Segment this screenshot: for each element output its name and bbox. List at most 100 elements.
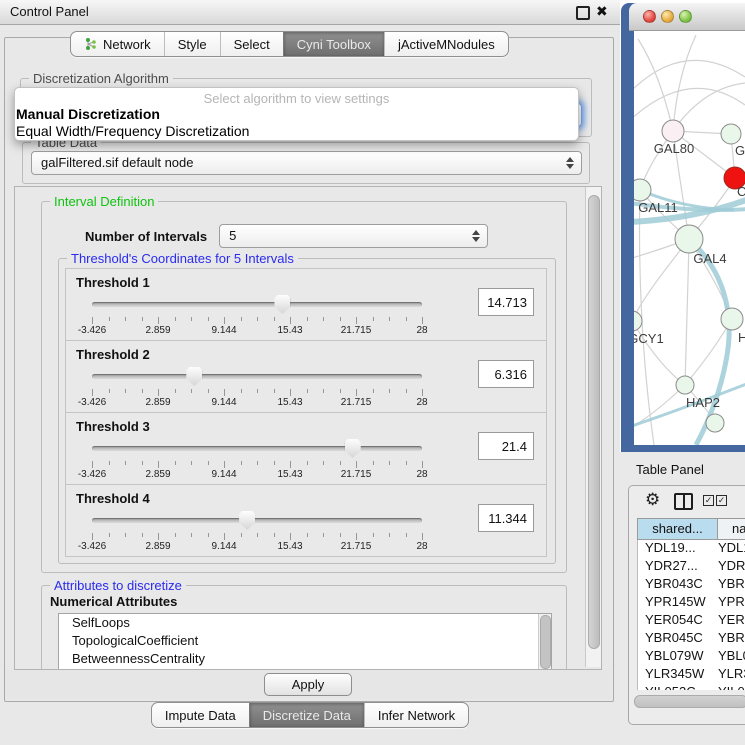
table-row[interactable]: YBR043CYBR0 xyxy=(638,576,745,594)
tick-mark xyxy=(290,461,291,468)
tab-cyni-toolbox[interactable]: Cyni Toolbox xyxy=(283,32,384,56)
dropdown-hint-item[interactable]: Select algorithm to view settings xyxy=(15,88,578,106)
threshold-3-label: Threshold 3 xyxy=(76,419,150,434)
slider-track[interactable] xyxy=(92,518,422,523)
tick-label: 15.43 xyxy=(277,541,302,552)
table-horizontal-scrollbar[interactable] xyxy=(634,695,745,708)
tick-mark xyxy=(323,533,324,537)
list-scrollbar-thumb[interactable] xyxy=(540,615,551,669)
cell[interactable]: YDR27... xyxy=(638,558,718,576)
cell[interactable]: YBR043C xyxy=(638,576,718,594)
cell[interactable]: YER0 xyxy=(718,612,745,630)
cell[interactable]: YBR0 xyxy=(718,576,745,594)
cell[interactable]: YBR045C xyxy=(638,630,718,648)
tick-mark xyxy=(356,389,357,396)
threshold-2-slider[interactable]: -3.4262.8599.14415.4321.71528 xyxy=(92,365,422,409)
cell[interactable]: YBR0 xyxy=(718,630,745,648)
split-columns-icon[interactable] xyxy=(674,493,693,510)
network-canvas[interactable]: GAL80 G C GAL11 GAL4 GCY1 H HAP2 xyxy=(634,31,745,445)
tab-impute-data-label: Impute Data xyxy=(165,708,236,723)
tick-label: 21.715 xyxy=(341,541,372,552)
table-row[interactable]: YER054CYER0 xyxy=(638,612,745,630)
slider-track[interactable] xyxy=(92,374,422,379)
table-row[interactable]: YLR345WYLR3 xyxy=(638,666,745,684)
tick-mark xyxy=(158,533,159,540)
dropdown-item-manual-discretization[interactable]: Manual Discretization xyxy=(15,106,578,123)
table-row[interactable]: YDR27...YDR2 xyxy=(638,558,745,576)
network-window-titlebar[interactable] xyxy=(629,3,745,31)
column-header-shared-name[interactable]: shared... xyxy=(638,519,718,539)
cell[interactable]: YPR145W xyxy=(638,594,718,612)
node-label: G xyxy=(735,143,745,158)
table-panel-title: Table Panel xyxy=(636,462,704,477)
table-rows: YDL19...YDL1 YDR27...YDR2 YBR043CYBR0 YP… xyxy=(637,540,745,690)
cell[interactable]: YDL1 xyxy=(718,540,745,558)
table-row[interactable]: YBR045CYBR0 xyxy=(638,630,745,648)
cell[interactable]: YIL052C xyxy=(638,684,718,690)
table-row[interactable]: YBL079WYBL0 xyxy=(638,648,745,666)
slider-track[interactable] xyxy=(92,302,422,307)
tick-mark xyxy=(158,461,159,468)
slider-thumb[interactable] xyxy=(239,511,255,530)
tab-network[interactable]: Network xyxy=(71,32,164,56)
apply-button[interactable]: Apply xyxy=(264,673,352,696)
cell[interactable]: YBL079W xyxy=(638,648,718,666)
table-data-combobox[interactable]: galFiltered.sif default node xyxy=(31,151,582,175)
slider-thumb[interactable] xyxy=(345,439,361,458)
list-item-topologicalcoefficient[interactable]: TopologicalCoefficient xyxy=(59,632,551,650)
slider-thumb[interactable] xyxy=(274,295,290,314)
cell[interactable]: YLR345W xyxy=(638,666,718,684)
viewport-scrollbar-thumb[interactable] xyxy=(588,195,600,649)
tab-select[interactable]: Select xyxy=(220,32,283,56)
cell[interactable]: YPR1 xyxy=(718,594,745,612)
list-scrollbar[interactable] xyxy=(538,614,551,670)
minimize-traffic-light-icon[interactable] xyxy=(661,10,674,23)
checkbox-select-none-icon[interactable]: ✓ xyxy=(716,495,727,506)
attributes-to-discretize-group: Attributes to discretize Numerical Attri… xyxy=(41,585,567,670)
number-of-intervals-combobox[interactable]: 5 xyxy=(219,224,488,248)
tab-style[interactable]: Style xyxy=(164,32,220,56)
tab-jactivemnodules[interactable]: jActiveMNodules xyxy=(384,32,508,56)
threshold-2-value-field[interactable]: 6.316 xyxy=(478,360,534,388)
zoom-traffic-light-icon[interactable] xyxy=(679,10,692,23)
float-window-icon[interactable] xyxy=(576,6,590,20)
cell[interactable]: YBL0 xyxy=(718,648,745,666)
tick-mark xyxy=(422,317,423,324)
dropdown-item-equal-width[interactable]: Equal Width/Frequency Discretization xyxy=(15,123,578,140)
list-item-betweennesscentrality[interactable]: BetweennessCentrality xyxy=(59,650,551,668)
thresholds-group: Threshold's Coordinates for 5 Intervals … xyxy=(58,258,556,564)
table-row[interactable]: YIL052CYIL0 xyxy=(638,684,745,690)
checkbox-select-all-icon[interactable]: ✓ xyxy=(703,495,714,506)
threshold-4-slider[interactable]: -3.4262.8599.14415.4321.71528 xyxy=(92,509,422,553)
threshold-1-value-field[interactable]: 14.713 xyxy=(478,288,534,316)
cell[interactable]: YDR2 xyxy=(718,558,745,576)
cell[interactable]: YDL19... xyxy=(638,540,718,558)
threshold-1-slider[interactable]: -3.4262.8599.14415.4321.71528 xyxy=(92,293,422,337)
close-traffic-light-icon[interactable] xyxy=(643,10,656,23)
cell[interactable]: YIL0 xyxy=(718,684,745,690)
tick-mark xyxy=(125,317,126,321)
viewport-scrollbar[interactable] xyxy=(585,187,601,667)
tick-mark xyxy=(142,389,143,393)
node-gal11 xyxy=(634,179,651,201)
node-label: C xyxy=(737,184,745,199)
list-item-selfloops[interactable]: SelfLoops xyxy=(59,614,551,632)
threshold-3-value-field[interactable]: 21.4 xyxy=(478,432,534,460)
table-row[interactable]: YPR145WYPR1 xyxy=(638,594,745,612)
table-row[interactable]: YDL19...YDL1 xyxy=(638,540,745,558)
column-header-name[interactable]: na xyxy=(718,519,745,539)
tab-discretize-data[interactable]: Discretize Data xyxy=(249,703,364,727)
threshold-4-value-field[interactable]: 11.344 xyxy=(478,504,534,532)
tab-impute-data[interactable]: Impute Data xyxy=(152,703,249,727)
tab-infer-network[interactable]: Infer Network xyxy=(364,703,468,727)
gear-icon[interactable]: ⚙ xyxy=(645,490,660,510)
close-icon[interactable]: ✖ xyxy=(596,3,608,20)
numerical-attributes-list[interactable]: SelfLoops TopologicalCoefficient Between… xyxy=(58,613,552,670)
threshold-3-slider[interactable]: -3.4262.8599.14415.4321.71528 xyxy=(92,437,422,481)
cell[interactable]: YLR3 xyxy=(718,666,745,684)
slider-track[interactable] xyxy=(92,446,422,451)
bottom-tab-group: Impute Data Discretize Data Infer Networ… xyxy=(151,702,469,728)
cell[interactable]: YER054C xyxy=(638,612,718,630)
tab-infer-network-label: Infer Network xyxy=(378,708,455,723)
slider-thumb[interactable] xyxy=(186,367,202,386)
